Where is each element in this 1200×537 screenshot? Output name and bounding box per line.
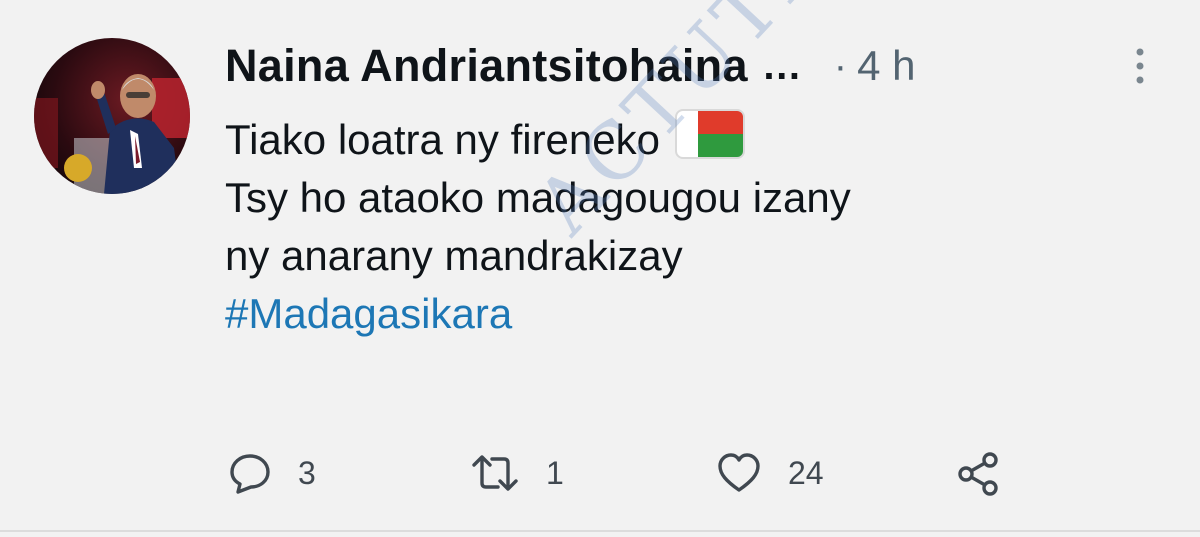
timestamp[interactable]: 4 h — [857, 42, 915, 90]
tweet-line: ny anarany mandrakizay — [225, 232, 683, 279]
tweet-header: Naina Andriantsitohaina … · 4 h — [225, 36, 1200, 96]
more-options-icon[interactable] — [1133, 46, 1147, 86]
separator-dot: · — [833, 43, 848, 88]
retweet-button[interactable]: 1 — [470, 451, 564, 495]
action-bar: 3 1 24 — [0, 445, 1200, 505]
like-count: 24 — [788, 454, 824, 491]
retweet-count: 1 — [546, 454, 564, 491]
share-icon — [958, 452, 998, 496]
avatar-photo — [34, 38, 190, 194]
author-name[interactable]: Naina Andriantsitohaina — [225, 40, 748, 92]
tweet-line: Tsy ho ataoko madagougou izany — [225, 174, 851, 221]
like-button[interactable]: 24 — [716, 451, 824, 495]
heart-icon — [718, 453, 760, 492]
retweet-icon — [472, 455, 518, 491]
hashtag-link[interactable]: #Madagasikara — [225, 285, 851, 343]
avatar[interactable] — [34, 38, 190, 194]
reply-icon — [230, 454, 270, 494]
divider — [0, 530, 1200, 532]
madagascar-flag-icon — [674, 108, 746, 160]
name-ellipsis: … — [761, 43, 802, 88]
tweet-line-text: Tiako loatra ny fireneko — [225, 116, 660, 163]
tweet-card[interactable]: Naina Andriantsitohaina … · 4 h Tiako lo… — [0, 0, 1200, 537]
reply-button[interactable]: 3 — [228, 451, 316, 495]
tweet-line: Tiako loatra ny fireneko — [225, 108, 851, 169]
share-button[interactable] — [956, 451, 1002, 497]
tweet-text: Tiako loatra ny fireneko Tsy ho ataoko m… — [225, 108, 851, 343]
reply-count: 3 — [298, 454, 316, 491]
